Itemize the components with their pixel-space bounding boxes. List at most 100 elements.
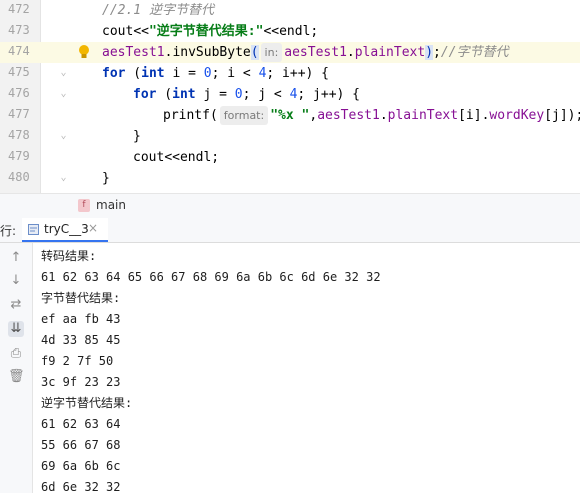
code-token: int bbox=[141, 66, 165, 81]
breadcrumb[interactable]: f main bbox=[0, 193, 580, 219]
console-line: ef aa fb 43 bbox=[41, 312, 121, 326]
inlay-hint: in: bbox=[260, 43, 283, 62]
code-token: ; j++) { bbox=[297, 87, 361, 102]
line-number: 478 bbox=[8, 128, 30, 142]
code-token: printf( bbox=[163, 108, 218, 123]
code-token: .invSubByte bbox=[164, 45, 251, 60]
console-line: f9 2 7f 50 bbox=[41, 354, 114, 368]
code-token: plainText bbox=[387, 108, 459, 123]
line-number: 477 bbox=[8, 107, 30, 121]
console-icon bbox=[28, 224, 39, 235]
console-line: 3c 9f 23 23 bbox=[41, 375, 121, 389]
code-token: j = bbox=[195, 87, 235, 102]
code-token: cout bbox=[102, 24, 134, 39]
console-line: 55 66 67 68 bbox=[41, 438, 121, 452]
code-line[interactable]: 477 printf(format: "%x ",aesTest1.plainTex… bbox=[0, 105, 580, 126]
run-panel-label: 行: bbox=[0, 224, 17, 238]
code-text: for (int i = 0; i < 4; i++) { bbox=[102, 64, 329, 83]
scroll-to-end-icon[interactable]: ⇊ bbox=[8, 321, 24, 337]
code-token: ; bbox=[310, 24, 319, 39]
code-token: ( bbox=[250, 45, 259, 60]
code-line[interactable]: 478 ⌄} bbox=[0, 126, 580, 147]
line-number: 476 bbox=[8, 86, 30, 100]
console-line: 6d 6e 32 32 bbox=[41, 480, 121, 494]
code-token: ; bbox=[211, 150, 220, 165]
fold-icon[interactable]: ⌄ bbox=[58, 129, 69, 142]
code-line[interactable]: 474 aesTest1.invSubByte(in: aesTest1.plain… bbox=[0, 42, 580, 63]
code-token: << bbox=[164, 150, 180, 165]
code-token: . bbox=[379, 108, 388, 123]
line-number: 479 bbox=[8, 149, 30, 163]
fold-icon[interactable]: ⌄ bbox=[58, 66, 69, 79]
code-token: ) bbox=[425, 45, 434, 60]
fold-icon[interactable]: ⌄ bbox=[58, 87, 69, 100]
run-toolbar: ↑ ↓ ⇄ ⇊ ⎙ 🗑 bbox=[0, 243, 33, 493]
code-text: printf(format: "%x ",aesTest1.plainText[i… bbox=[163, 106, 580, 125]
tab-run-config[interactable]: tryC__3 × bbox=[22, 218, 108, 242]
console-output[interactable]: 转码结果: 61 62 63 64 65 66 67 68 69 6a 6b 6c… bbox=[41, 246, 381, 498]
inlay-hint: format: bbox=[219, 106, 269, 125]
code-text: } bbox=[102, 169, 110, 188]
code-token: . bbox=[346, 45, 355, 60]
code-token: plainText bbox=[354, 45, 426, 60]
code-text: aesTest1.invSubByte(in: aesTest1.plainTex… bbox=[102, 43, 509, 62]
code-token: endl bbox=[179, 150, 212, 165]
code-token: } bbox=[133, 129, 141, 144]
code-line[interactable]: 472 //2.1 逆字节替代 bbox=[0, 0, 580, 21]
scroll-up-icon[interactable]: ↑ bbox=[8, 250, 24, 266]
code-token: cout bbox=[133, 150, 165, 165]
code-token: 0 bbox=[234, 87, 243, 102]
code-token: "逆字节替代结果:" bbox=[148, 24, 264, 39]
code-token: ; j < bbox=[242, 87, 290, 102]
breadcrumb-label[interactable]: main bbox=[96, 198, 126, 212]
code-token: [j]); bbox=[544, 108, 580, 123]
code-text: cout<<"逆字节替代结果:"<<endl; bbox=[102, 22, 318, 41]
close-icon[interactable]: × bbox=[88, 221, 98, 235]
code-text: //2.1 逆字节替代 bbox=[102, 1, 214, 20]
code-token: "%x " bbox=[270, 108, 310, 123]
code-token: ; i < bbox=[211, 66, 259, 81]
code-line[interactable]: 473 cout<<"逆字节替代结果:"<<endl; bbox=[0, 21, 580, 42]
code-token: aesTest1 bbox=[284, 45, 347, 60]
console-line: 逆字节替代结果: bbox=[41, 396, 133, 410]
lightbulb-icon[interactable] bbox=[78, 44, 90, 60]
console-line: 4d 33 85 45 bbox=[41, 333, 121, 347]
trash-icon[interactable]: 🗑 bbox=[8, 369, 25, 385]
soft-wrap-icon[interactable]: ⇄ bbox=[8, 297, 24, 313]
console-line: 61 62 63 64 65 66 67 68 69 6a 6b 6c 6d 6… bbox=[41, 270, 381, 284]
line-number: 472 bbox=[8, 2, 30, 16]
code-token: int bbox=[172, 87, 196, 102]
function-icon: f bbox=[78, 199, 90, 212]
code-line[interactable]: 479 cout<<endl; bbox=[0, 147, 580, 168]
code-token: ; i++) { bbox=[266, 66, 330, 81]
print-icon[interactable]: ⎙ bbox=[8, 346, 24, 362]
code-token: for bbox=[102, 66, 126, 81]
code-line[interactable]: 475 ⌄ for (int i = 0; i < 4; i++) { bbox=[0, 63, 580, 84]
scroll-down-icon[interactable]: ↓ bbox=[8, 273, 24, 289]
code-token: i = bbox=[164, 66, 204, 81]
code-editor[interactable]: 472 //2.1 逆字节替代 473 cout<<"逆字节替代结果:"<<endl;… bbox=[0, 0, 580, 193]
console-line: 转码结果: bbox=[41, 249, 97, 263]
tab-label: tryC__3 bbox=[44, 222, 89, 236]
code-token: << bbox=[133, 24, 149, 39]
code-token: endl bbox=[279, 24, 311, 39]
code-text: for (int j = 0; j < 4; j++) { bbox=[133, 85, 360, 104]
console-line: 69 6a 6b 6c bbox=[41, 459, 121, 473]
line-number: 474 bbox=[8, 44, 30, 58]
code-token: [i]. bbox=[458, 108, 490, 123]
console-line: 字节替代结果: bbox=[41, 291, 121, 305]
code-text: cout<<endl; bbox=[133, 148, 219, 167]
code-line[interactable]: 480 ⌄} bbox=[0, 168, 580, 189]
code-token: aesTest1 bbox=[317, 108, 380, 123]
code-token: ; bbox=[433, 45, 441, 60]
code-line[interactable]: 476 ⌄ for (int j = 0; j < 4; j++) { bbox=[0, 84, 580, 105]
code-token: ( bbox=[125, 66, 142, 81]
code-token: //字节替代 bbox=[440, 45, 509, 60]
fold-icon[interactable]: ⌄ bbox=[58, 171, 69, 184]
line-number: 475 bbox=[8, 65, 30, 79]
code-token: << bbox=[263, 24, 280, 39]
run-tab-bar: 行: tryC__3 × bbox=[0, 218, 580, 243]
code-token: } bbox=[102, 171, 110, 186]
code-text: } bbox=[133, 127, 141, 146]
code-token: //2.1 逆字节替代 bbox=[102, 3, 214, 18]
